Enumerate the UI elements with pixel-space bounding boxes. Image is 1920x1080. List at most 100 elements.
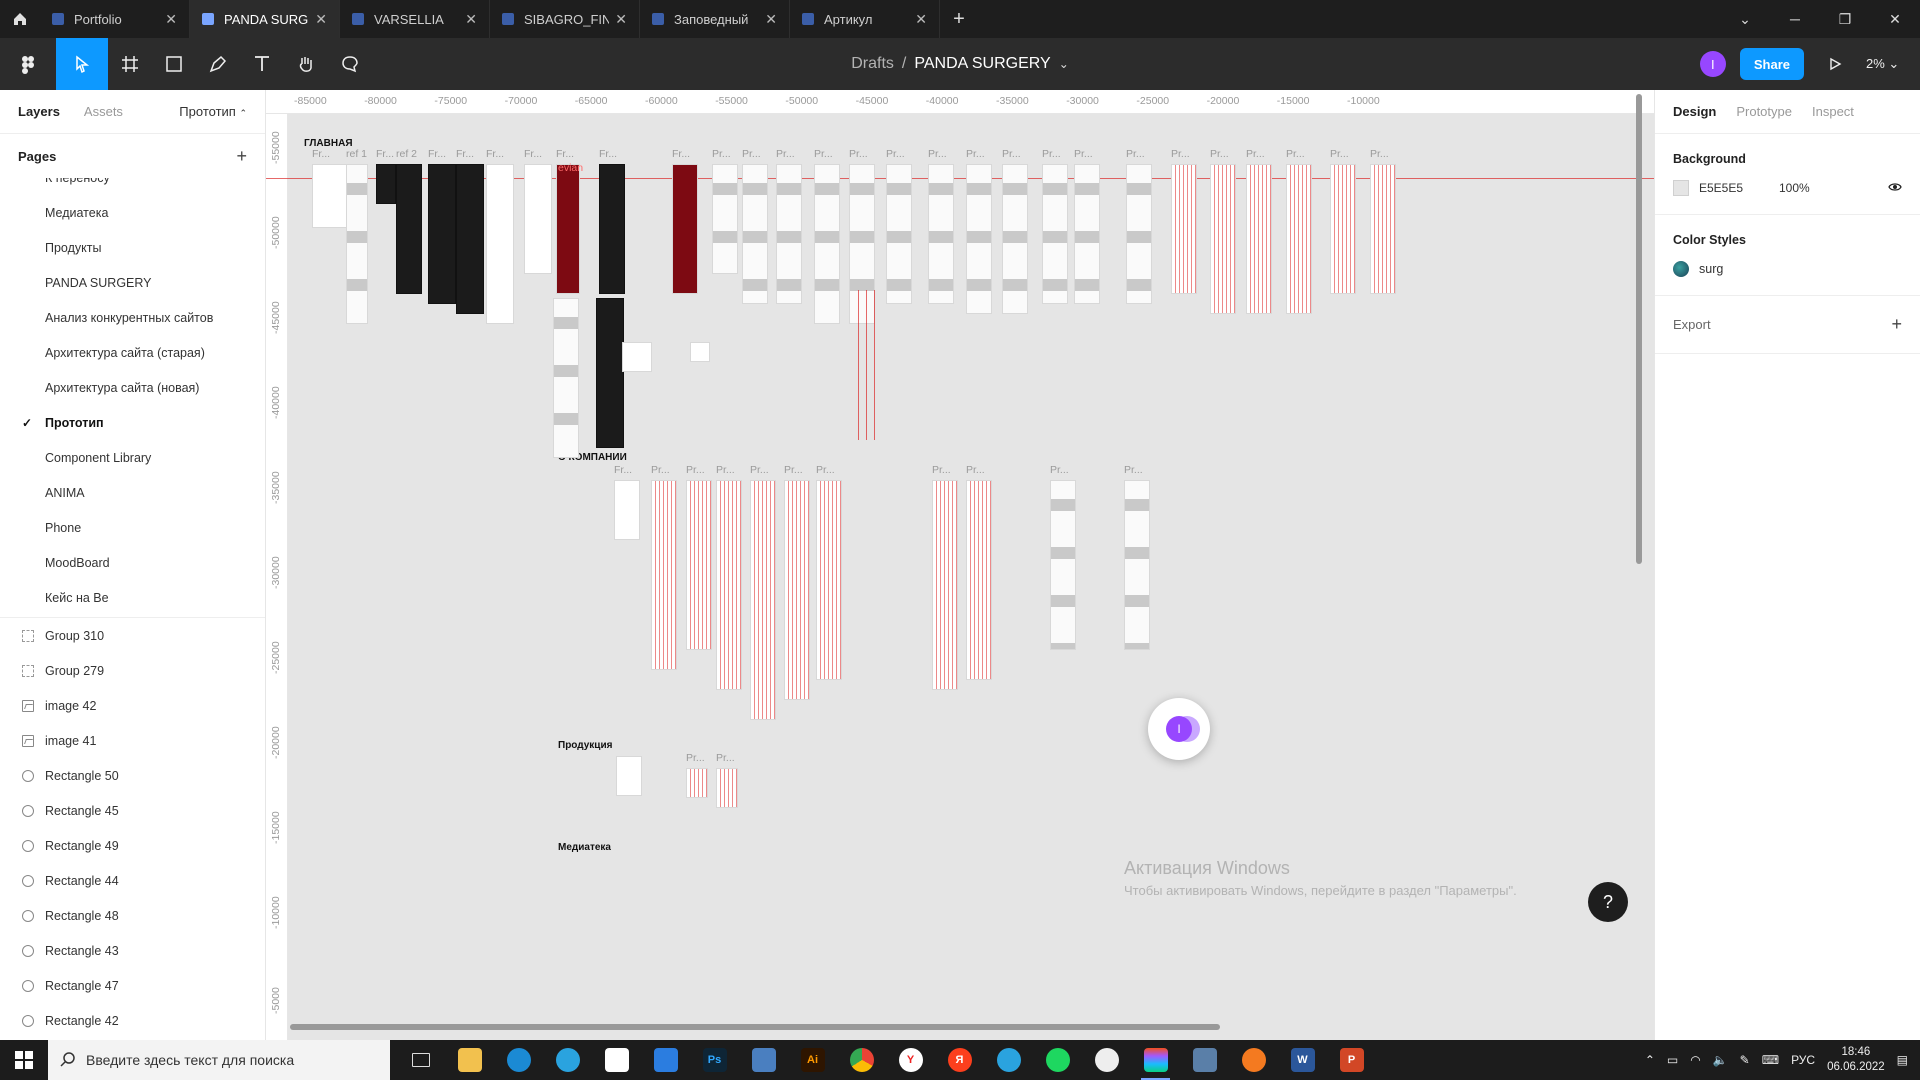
language-indicator[interactable]: РУС xyxy=(1791,1053,1815,1067)
page-item[interactable]: Архитектура сайта (старая) xyxy=(0,335,265,370)
wifi-icon[interactable]: ◠ xyxy=(1690,1053,1700,1067)
clock[interactable]: 18:46 06.06.2022 xyxy=(1827,1045,1885,1075)
frame[interactable] xyxy=(966,164,992,314)
frame[interactable] xyxy=(556,164,580,294)
chevron-up-icon[interactable]: ⌃ xyxy=(1645,1053,1655,1067)
chevron-down-icon[interactable]: ⌄ xyxy=(1720,0,1770,38)
frame[interactable] xyxy=(1126,164,1152,304)
pen-tool-button[interactable] xyxy=(196,38,240,90)
frame[interactable] xyxy=(1050,480,1076,650)
eye-icon[interactable] xyxy=(1888,181,1902,195)
calculator-icon[interactable] xyxy=(739,1040,788,1080)
close-icon[interactable]: ✕ xyxy=(765,11,777,28)
page-item[interactable]: MoodBoard xyxy=(0,545,265,580)
frame[interactable] xyxy=(672,164,698,294)
tab-4[interactable]: Заповедный ✕ xyxy=(640,0,790,38)
chrome-icon[interactable] xyxy=(837,1040,886,1080)
frame[interactable] xyxy=(1286,164,1312,314)
page-item[interactable]: Анализ конкурентных сайтов xyxy=(0,300,265,335)
vlc-icon[interactable] xyxy=(1229,1040,1278,1080)
frame[interactable] xyxy=(616,756,642,796)
frame[interactable] xyxy=(849,164,875,324)
layer-item[interactable]: image 41 xyxy=(0,723,265,758)
frame[interactable] xyxy=(346,164,368,324)
close-icon[interactable]: ✕ xyxy=(315,11,327,28)
tab-prototype[interactable]: Prototype xyxy=(1736,104,1792,119)
frame[interactable] xyxy=(376,164,396,204)
spotify-icon[interactable] xyxy=(1033,1040,1082,1080)
tab-assets[interactable]: Assets xyxy=(84,104,123,119)
new-tab-button[interactable]: + xyxy=(940,0,978,38)
shape-tool-button[interactable] xyxy=(152,38,196,90)
add-page-button[interactable]: + xyxy=(236,146,247,167)
frame[interactable] xyxy=(928,164,954,304)
minimize-button[interactable]: ─ xyxy=(1770,0,1820,38)
color-style-item[interactable]: surg xyxy=(1673,261,1902,277)
frame[interactable] xyxy=(1210,164,1236,314)
breadcrumb-drafts[interactable]: Drafts xyxy=(851,55,894,73)
telegram-alt-icon[interactable] xyxy=(984,1040,1033,1080)
frame[interactable] xyxy=(966,480,992,680)
notifications-icon[interactable]: ▤ xyxy=(1897,1053,1908,1067)
frame[interactable] xyxy=(1074,164,1100,304)
page-item[interactable]: Кейс на Be xyxy=(0,580,265,615)
telegram-icon[interactable] xyxy=(543,1040,592,1080)
close-icon[interactable]: ✕ xyxy=(465,11,477,28)
tab-1[interactable]: PANDA SURGERY ✕ xyxy=(190,0,340,38)
frame[interactable] xyxy=(716,480,742,690)
network-icon[interactable]: ▭ xyxy=(1667,1053,1678,1067)
frame[interactable] xyxy=(553,298,579,458)
page-item[interactable]: К переносу xyxy=(0,178,265,195)
frame[interactable] xyxy=(1002,164,1028,314)
page-item[interactable]: Component Library xyxy=(0,440,265,475)
layer-item[interactable]: Group 310 xyxy=(0,618,265,653)
maximize-button[interactable]: ❐ xyxy=(1820,0,1870,38)
layer-item[interactable]: Rectangle 42 xyxy=(0,1003,265,1038)
layer-item[interactable]: Rectangle 47 xyxy=(0,968,265,1003)
illustrator-icon[interactable]: Ai xyxy=(788,1040,837,1080)
tab-5[interactable]: Артикул ✕ xyxy=(790,0,940,38)
frame[interactable] xyxy=(651,480,677,670)
page-item[interactable]: Продукты xyxy=(0,230,265,265)
add-export-button[interactable]: + xyxy=(1891,314,1902,335)
frame[interactable] xyxy=(716,768,738,808)
word-icon[interactable]: W xyxy=(1278,1040,1327,1080)
frame[interactable] xyxy=(1246,164,1272,314)
tab-0[interactable]: Portfolio ✕ xyxy=(40,0,190,38)
yandex-icon[interactable]: Я xyxy=(935,1040,984,1080)
file-name[interactable]: PANDA SURGERY xyxy=(914,55,1050,73)
frame[interactable] xyxy=(742,164,768,304)
tab-layers[interactable]: Layers xyxy=(18,104,60,119)
main-menu-button[interactable] xyxy=(0,38,56,90)
page-item[interactable]: ANIMA xyxy=(0,475,265,510)
present-button[interactable] xyxy=(1818,47,1852,81)
close-window-button[interactable]: ✕ xyxy=(1870,0,1920,38)
frame[interactable] xyxy=(622,342,652,372)
frame[interactable] xyxy=(1171,164,1197,294)
layer-item[interactable]: Rectangle 43 xyxy=(0,933,265,968)
frame[interactable] xyxy=(816,480,842,680)
frame[interactable] xyxy=(1124,480,1150,650)
frame[interactable] xyxy=(486,164,514,324)
layer-item[interactable]: Rectangle 49 xyxy=(0,828,265,863)
tab-design[interactable]: Design xyxy=(1673,104,1716,119)
screen-tool-icon[interactable] xyxy=(1180,1040,1229,1080)
frame-tool-button[interactable] xyxy=(108,38,152,90)
frame[interactable] xyxy=(712,164,738,274)
frame[interactable] xyxy=(596,298,624,448)
background-swatch[interactable] xyxy=(1673,180,1689,196)
frame[interactable] xyxy=(614,480,640,540)
layer-item[interactable]: Rectangle 48 xyxy=(0,898,265,933)
close-icon[interactable]: ✕ xyxy=(915,11,927,28)
canvas-scrollbar-horizontal[interactable] xyxy=(290,1024,1220,1030)
page-item[interactable]: Phone xyxy=(0,510,265,545)
mail-icon[interactable] xyxy=(641,1040,690,1080)
file-explorer-icon[interactable] xyxy=(445,1040,494,1080)
close-icon[interactable]: ✕ xyxy=(615,11,627,28)
pen-icon[interactable]: ✎ xyxy=(1740,1053,1750,1067)
layer-item[interactable]: Rectangle 50 xyxy=(0,758,265,793)
frame[interactable] xyxy=(428,164,456,304)
layer-item[interactable]: Rectangle 45 xyxy=(0,793,265,828)
figma-icon[interactable] xyxy=(1131,1040,1180,1080)
edge-icon[interactable] xyxy=(494,1040,543,1080)
